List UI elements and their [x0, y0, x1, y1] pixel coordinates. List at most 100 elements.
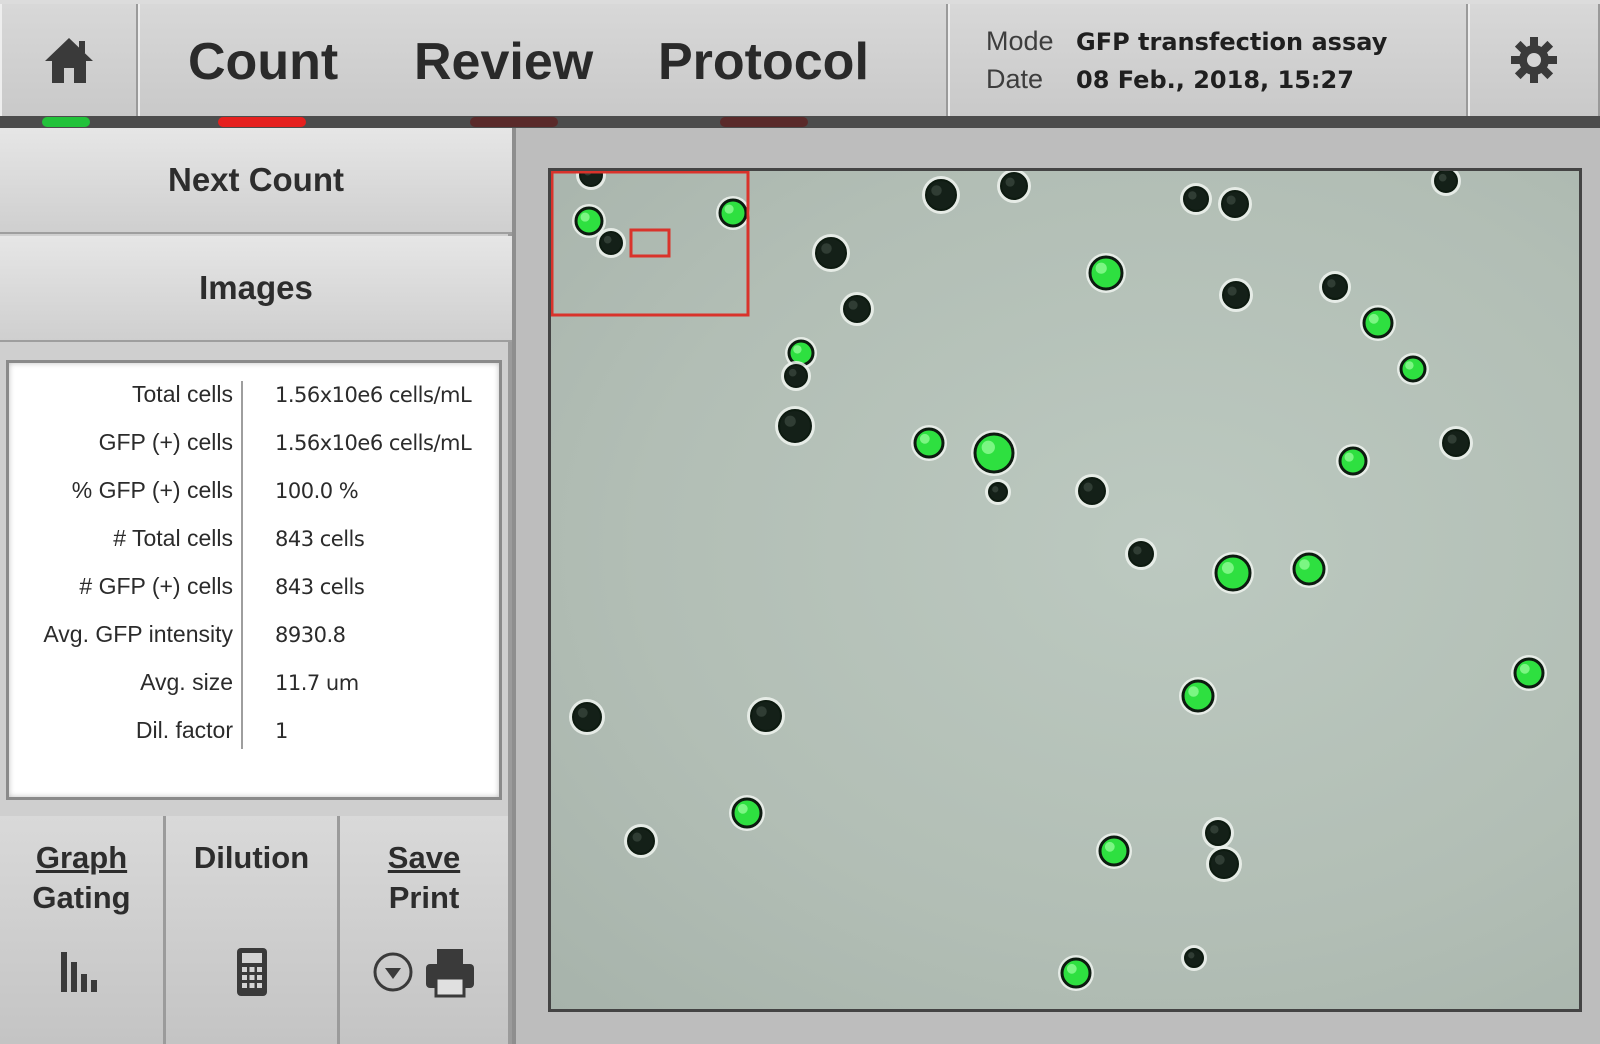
- dark-cell: [1205, 820, 1231, 846]
- result-value: 11.7 um: [275, 671, 359, 695]
- dark-cell: [627, 827, 655, 855]
- cell-highlight: [981, 440, 995, 454]
- dark-cell: [1222, 281, 1250, 309]
- cell-highlight: [784, 415, 796, 427]
- cell-highlight: [1299, 559, 1310, 570]
- print-label: Print: [388, 880, 460, 915]
- dark-cell: [815, 237, 847, 269]
- microscope-image[interactable]: [548, 168, 1582, 1012]
- images-button[interactable]: Images: [0, 236, 512, 342]
- cell-highlight: [919, 433, 930, 444]
- zoom-focus-box: [629, 228, 671, 258]
- cell-highlight: [1344, 452, 1354, 462]
- cell-highlight: [1083, 482, 1093, 492]
- tab-protocol[interactable]: Protocol: [658, 32, 869, 92]
- gfp-cell: [718, 198, 748, 228]
- dark-cell: [1128, 541, 1154, 567]
- tab-count[interactable]: Count: [188, 32, 338, 92]
- dark-cell: [784, 364, 808, 388]
- dark-cell: [750, 700, 782, 732]
- cell-highlight: [931, 185, 942, 196]
- zoom-region-box: [551, 171, 750, 317]
- next-count-button[interactable]: Next Count: [0, 128, 512, 234]
- dilution-button[interactable]: Dilution: [166, 816, 340, 1044]
- save-print-button[interactable]: Save Print: [340, 816, 508, 1044]
- cell-highlight: [577, 707, 588, 718]
- result-row: Total cells 1.56x10e6 cells/mL: [9, 375, 499, 415]
- home-indicator: [42, 117, 90, 127]
- dark-cell: [1183, 186, 1209, 212]
- cell-highlight: [821, 243, 832, 254]
- cell-highlight: [632, 832, 642, 842]
- result-value: 1.56x10e6 cells/mL: [275, 383, 472, 407]
- cell-highlight: [1447, 434, 1457, 444]
- result-label: # GFP (+) cells: [79, 573, 233, 599]
- result-row: % GFP (+) cells 100.0 %: [9, 471, 499, 511]
- settings-button[interactable]: [1468, 4, 1600, 116]
- tab-indicator-strip: [0, 116, 1600, 128]
- result-value: 8930.8: [275, 623, 346, 647]
- gfp-cell: [1098, 835, 1130, 867]
- dark-cell: [1209, 849, 1239, 879]
- dark-cell: [599, 231, 623, 255]
- review-indicator: [470, 117, 558, 127]
- gfp-cell: [731, 797, 763, 829]
- mode-value: GFP transfection assay: [1076, 28, 1388, 56]
- date-value: 08 Feb., 2018, 15:27: [1076, 66, 1354, 94]
- result-row: # GFP (+) cells 843 cells: [9, 567, 499, 607]
- home-button[interactable]: [0, 4, 138, 116]
- result-value: 100.0 %: [275, 479, 359, 503]
- cell-highlight: [737, 803, 748, 814]
- cell-highlight: [1519, 663, 1530, 674]
- calculator-icon: [236, 948, 267, 996]
- download-icon: [373, 952, 413, 992]
- dark-cell: [1434, 171, 1458, 193]
- protocol-indicator: [720, 117, 808, 127]
- cell-highlight: [1221, 561, 1234, 574]
- result-label: Dil. factor: [135, 717, 233, 743]
- gfp-cell: [913, 427, 945, 459]
- dark-cell: [1000, 172, 1028, 200]
- dark-cell: [1221, 190, 1249, 218]
- result-row: GFP (+) cells 1.56x10e6 cells/mL: [9, 423, 499, 463]
- dark-cell: [1078, 477, 1106, 505]
- cell-highlight: [793, 345, 802, 354]
- result-value: 843 cells: [275, 527, 365, 551]
- result-label: Avg. GFP intensity: [43, 621, 233, 647]
- dark-cell: [1442, 429, 1470, 457]
- gfp-cell: [574, 206, 604, 236]
- mode-label: Mode: [986, 26, 1054, 56]
- dark-cell: [1322, 274, 1348, 300]
- gfp-cell: [1338, 446, 1368, 476]
- cell-highlight: [1327, 279, 1336, 288]
- result-row: Dil. factor 1: [9, 711, 499, 751]
- cell-highlight: [788, 368, 797, 377]
- result-label: GFP (+) cells: [98, 429, 233, 455]
- dark-cell: [843, 295, 871, 323]
- gfp-cell: [1088, 255, 1124, 291]
- result-row: Avg. size 11.7 um: [9, 663, 499, 703]
- printer-icon: [426, 949, 474, 998]
- tab-review[interactable]: Review: [414, 32, 593, 92]
- result-label: % GFP (+) cells: [71, 477, 233, 503]
- cell-highlight: [1188, 686, 1199, 697]
- cell-highlight: [1188, 191, 1197, 200]
- gating-label: Gating: [32, 880, 131, 915]
- cell-highlight: [848, 300, 858, 310]
- graph-gating-button[interactable]: Graph Gating: [0, 816, 166, 1044]
- gfp-cell: [1292, 552, 1326, 586]
- cell-highlight: [1405, 361, 1414, 370]
- cell-field: [551, 171, 1547, 991]
- gfp-cell: [1060, 957, 1092, 989]
- cell-highlight: [1133, 546, 1142, 555]
- left-panel: Next Count Images Total cells 1.56x10e6 …: [0, 128, 512, 1044]
- gfp-cell: [1362, 307, 1394, 339]
- dark-cell: [1184, 948, 1204, 968]
- cell-highlight: [724, 204, 734, 214]
- cell-highlight: [992, 486, 999, 493]
- dark-cell: [925, 179, 957, 211]
- result-value: 843 cells: [275, 575, 365, 599]
- result-value: 1: [275, 719, 288, 743]
- gfp-cell: [1399, 355, 1427, 383]
- gfp-cell: [1181, 679, 1215, 713]
